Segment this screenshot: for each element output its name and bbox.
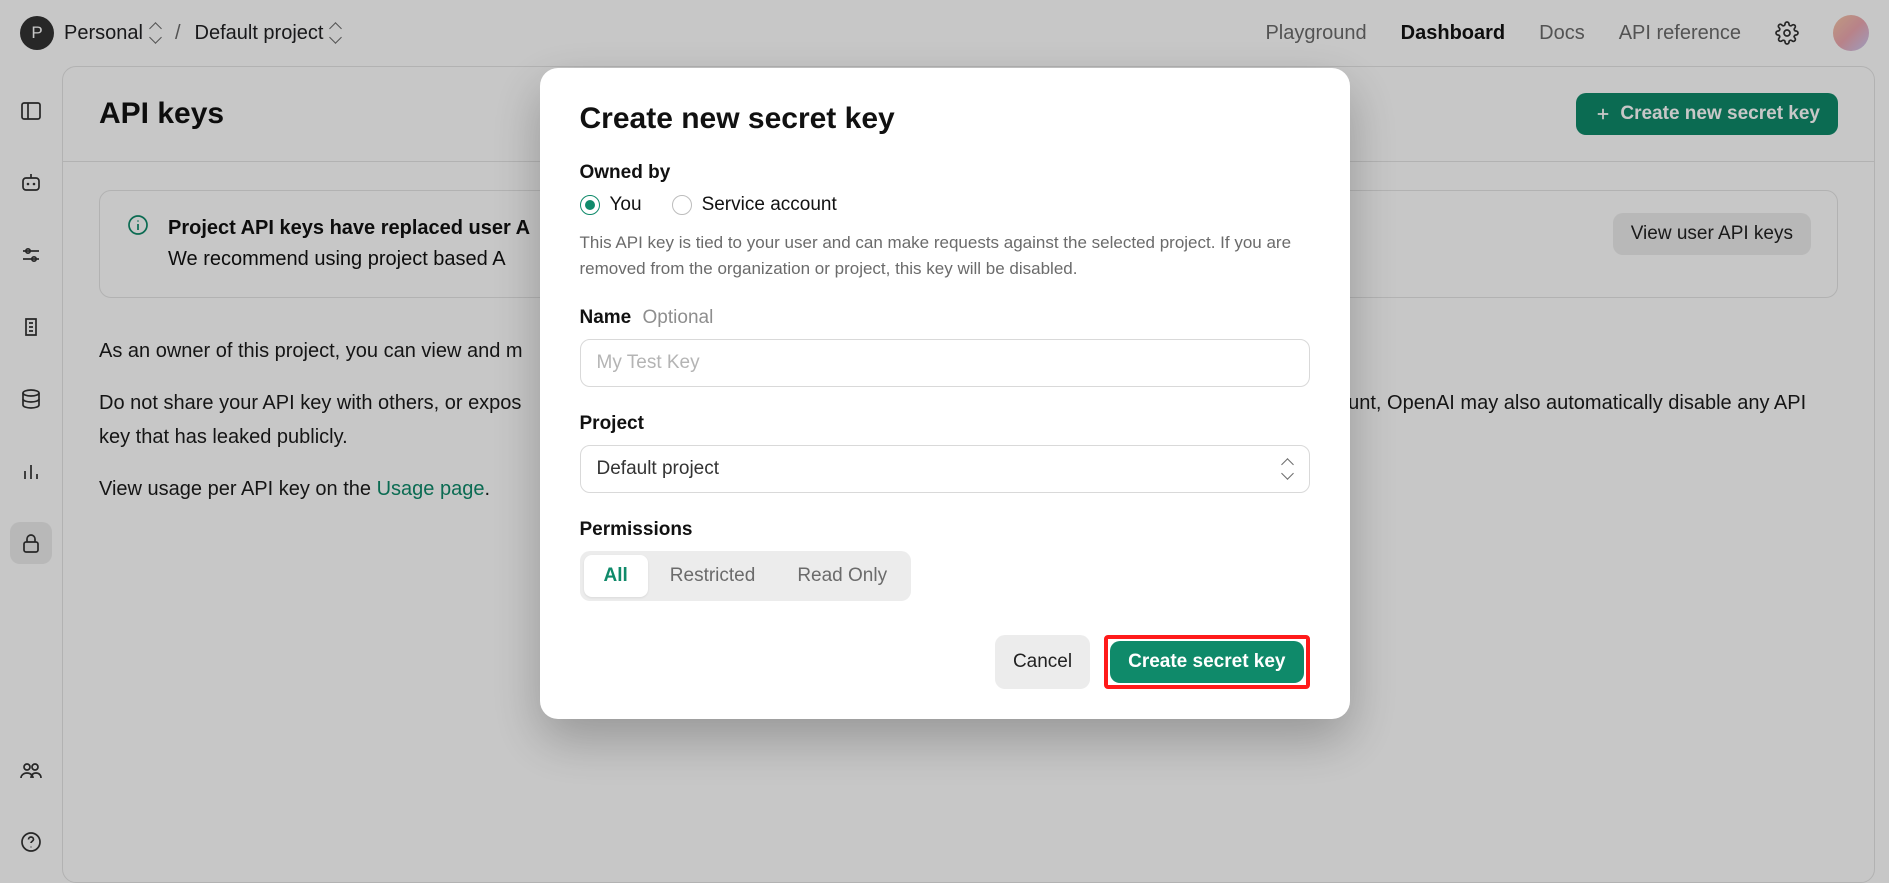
project-label: Project <box>580 413 1310 435</box>
name-label: Name Optional <box>580 307 1310 329</box>
owned-by-help-text: This API key is tied to your user and ca… <box>580 230 1310 281</box>
key-name-input[interactable] <box>580 339 1310 387</box>
perm-readonly-tab[interactable]: Read Only <box>777 555 907 597</box>
project-select[interactable]: Default project <box>580 445 1310 493</box>
create-secret-key-submit-button[interactable]: Create secret key <box>1110 641 1303 683</box>
owned-by-you-radio[interactable]: You <box>580 194 642 216</box>
perm-all-tab[interactable]: All <box>584 555 648 597</box>
radio-icon <box>580 195 600 215</box>
permissions-segmented: All Restricted Read Only <box>580 551 912 601</box>
radio-you-label: You <box>610 194 642 216</box>
cancel-button[interactable]: Cancel <box>995 635 1090 689</box>
radio-icon <box>672 195 692 215</box>
owned-by-service-account-radio[interactable]: Service account <box>672 194 837 216</box>
owned-by-label: Owned by <box>580 162 1310 184</box>
tutorial-highlight: Create secret key <box>1104 635 1309 689</box>
chevron-updown-icon <box>1281 461 1293 477</box>
radio-service-label: Service account <box>702 194 837 216</box>
perm-restricted-tab[interactable]: Restricted <box>650 555 776 597</box>
project-select-value: Default project <box>597 458 720 480</box>
modal-title: Create new secret key <box>580 102 1310 136</box>
create-secret-key-modal: Create new secret key Owned by You Servi… <box>540 68 1350 719</box>
permissions-label: Permissions <box>580 519 1310 541</box>
